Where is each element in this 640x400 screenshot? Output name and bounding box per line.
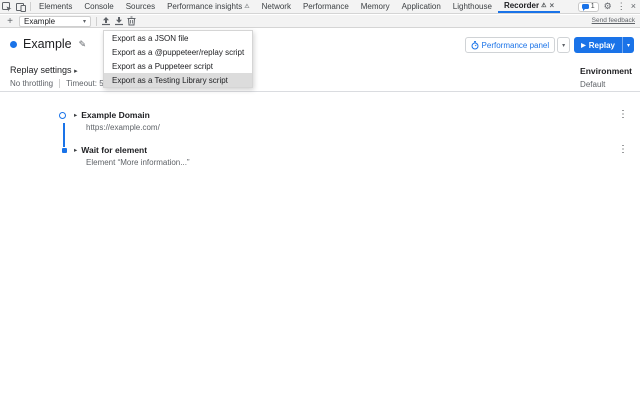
step-menu-icon[interactable]: ⋮ (618, 110, 628, 120)
toolbar-separator (96, 17, 97, 26)
chevron-down-icon: ▾ (627, 42, 630, 49)
section-divider (0, 91, 640, 92)
tab-performance-insights[interactable]: Performance insights ⚠ (161, 0, 256, 13)
recording-select-value: Example (24, 17, 55, 26)
tab-lighthouse[interactable]: Lighthouse (447, 0, 498, 13)
step-wait-for-element[interactable]: ▸ Wait for element Element “More informa… (74, 145, 190, 167)
tabbar-right-controls: 1 ⚙ ⋮ × (578, 2, 640, 12)
device-toolbar-icon[interactable] (14, 0, 28, 13)
warning-icon: ⚠ (244, 4, 249, 10)
disclosure-icon[interactable]: ▸ (74, 111, 77, 119)
recording-title: Example (23, 37, 72, 51)
send-feedback-link[interactable]: Send feedback (592, 17, 635, 24)
tab-sources[interactable]: Sources (120, 0, 161, 13)
disclosure-icon: ▸ (74, 68, 78, 75)
stopwatch-icon (471, 41, 479, 50)
delete-recording-icon[interactable] (125, 15, 138, 27)
step-menu-icon[interactable]: ⋮ (618, 145, 628, 155)
step-subtitle: Element “More information...” (86, 158, 190, 167)
environment-section: Environment Default (580, 66, 632, 89)
step-subtitle: https://example.com/ (86, 123, 160, 132)
tab-recorder[interactable]: Recorder ⚠ × (498, 0, 560, 13)
performance-panel-button[interactable]: Performance panel (465, 37, 556, 53)
issues-count: 1 (591, 3, 595, 10)
tab-application[interactable]: Application (396, 0, 447, 13)
environment-label: Environment (580, 66, 632, 76)
recorder-toolbar: + Example ▾ (0, 15, 640, 28)
menu-item-export-json[interactable]: Export as a JSON file (104, 31, 252, 45)
timeline-start-icon (59, 112, 66, 119)
menu-item-export-puppeteer[interactable]: Export as a Puppeteer script (104, 59, 252, 73)
chevron-down-icon: ▾ (83, 18, 86, 25)
tab-performance[interactable]: Performance (297, 0, 355, 13)
issues-icon (582, 4, 589, 9)
replay-dropdown[interactable]: ▾ (622, 37, 634, 53)
chevron-down-icon: ▾ (562, 42, 565, 49)
tab-console[interactable]: Console (78, 0, 119, 13)
inspect-element-icon[interactable] (0, 0, 14, 13)
add-recording-button[interactable]: + (4, 16, 16, 27)
close-tab-icon[interactable]: × (549, 0, 554, 12)
performance-panel-group: Performance panel ▾ (465, 37, 571, 53)
more-options-icon[interactable]: ⋮ (617, 2, 626, 11)
replay-button-group: ▶ Replay ▾ (574, 37, 634, 53)
tab-network[interactable]: Network (256, 0, 297, 13)
separator (59, 79, 60, 88)
timeline-connector (63, 123, 65, 147)
close-devtools-icon[interactable]: × (631, 2, 636, 11)
recording-dot-icon (10, 41, 17, 48)
tab-memory[interactable]: Memory (355, 0, 396, 13)
edit-title-icon[interactable]: ✎ (79, 39, 87, 50)
throttling-value: No throttling (10, 79, 53, 88)
menu-item-export-testing-library[interactable]: Export as a Testing Library script (104, 73, 252, 87)
step-navigate[interactable]: ▸ Example Domain https://example.com/ (74, 110, 160, 132)
performance-panel-dropdown[interactable]: ▾ (557, 37, 570, 53)
step-title: Wait for element (81, 145, 147, 155)
devtools-window: Elements Console Sources Performance ins… (0, 0, 640, 400)
devtools-tab-strip: Elements Console Sources Performance ins… (0, 0, 640, 14)
replay-button[interactable]: ▶ Replay (574, 37, 622, 53)
play-icon: ▶ (581, 42, 586, 49)
replay-settings-toggle[interactable]: Replay settings ▸ (10, 65, 78, 75)
recording-select[interactable]: Example ▾ (19, 16, 91, 27)
export-menu: Export as a JSON file Export as a @puppe… (103, 30, 253, 88)
issues-counter[interactable]: 1 (578, 2, 599, 12)
import-recording-icon[interactable] (99, 15, 112, 27)
header-actions: Performance panel ▾ ▶ Replay ▾ (465, 37, 634, 53)
warning-icon: ⚠ (541, 3, 546, 9)
settings-gear-icon[interactable]: ⚙ (604, 2, 612, 11)
step-title: Example Domain (81, 110, 150, 120)
tab-elements[interactable]: Elements (33, 0, 78, 13)
disclosure-icon[interactable]: ▸ (74, 146, 77, 154)
toolbar-separator (30, 2, 31, 11)
environment-value: Default (580, 80, 632, 89)
export-recording-icon[interactable] (112, 15, 125, 27)
timeline-step-icon (62, 148, 67, 153)
menu-item-export-puppeteer-replay[interactable]: Export as a @puppeteer/replay script (104, 45, 252, 59)
